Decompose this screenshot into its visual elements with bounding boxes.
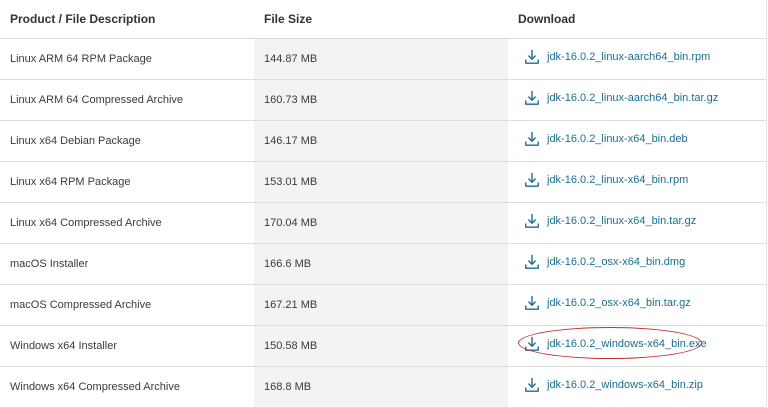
file-size: 146.17 MB xyxy=(254,120,508,162)
table-row: Linux ARM 64 Compressed Archive 160.73 M… xyxy=(0,79,766,121)
download-icon xyxy=(524,172,540,188)
download-link[interactable]: jdk-16.0.2_linux-x64_bin.tar.gz xyxy=(524,213,696,229)
download-cell: jdk-16.0.2_windows-x64_bin.zip xyxy=(508,366,766,408)
download-filename[interactable]: jdk-16.0.2_linux-x64_bin.tar.gz xyxy=(547,215,696,227)
download-filename[interactable]: jdk-16.0.2_linux-aarch64_bin.tar.gz xyxy=(547,92,718,104)
file-description: macOS Installer xyxy=(0,243,254,285)
file-size: 170.04 MB xyxy=(254,202,508,244)
downloads-page: Product / File Description File Size Dow… xyxy=(0,0,768,408)
table-row: Linux x64 Debian Package 146.17 MB jdk-1… xyxy=(0,120,766,162)
table-row: macOS Compressed Archive 167.21 MB jdk-1… xyxy=(0,284,766,326)
download-link[interactable]: jdk-16.0.2_linux-aarch64_bin.rpm xyxy=(524,49,710,65)
download-link[interactable]: jdk-16.0.2_linux-aarch64_bin.tar.gz xyxy=(524,90,718,106)
table-row: Linux x64 Compressed Archive 170.04 MB j… xyxy=(0,202,766,244)
header-description: Product / File Description xyxy=(0,0,254,39)
download-link[interactable]: jdk-16.0.2_linux-x64_bin.rpm xyxy=(524,172,688,188)
table-right-border xyxy=(766,0,767,408)
file-description: Linux ARM 64 RPM Package xyxy=(0,38,254,80)
download-link[interactable]: jdk-16.0.2_linux-x64_bin.deb xyxy=(524,131,688,147)
download-icon xyxy=(524,131,540,147)
download-icon xyxy=(524,49,540,65)
download-cell: jdk-16.0.2_linux-aarch64_bin.tar.gz xyxy=(508,79,766,121)
table-row: Windows x64 Installer 150.58 MB jdk-16.0… xyxy=(0,325,766,367)
download-cell: jdk-16.0.2_osx-x64_bin.tar.gz xyxy=(508,284,766,326)
file-size: 160.73 MB xyxy=(254,79,508,121)
download-link[interactable]: jdk-16.0.2_osx-x64_bin.tar.gz xyxy=(524,295,691,311)
file-description: Linux ARM 64 Compressed Archive xyxy=(0,79,254,121)
file-size: 153.01 MB xyxy=(254,161,508,203)
header-download: Download xyxy=(508,0,766,39)
table-row: Linux ARM 64 RPM Package 144.87 MB jdk-1… xyxy=(0,38,766,80)
header-file-size: File Size xyxy=(254,0,508,39)
file-size: 166.6 MB xyxy=(254,243,508,285)
download-filename[interactable]: jdk-16.0.2_linux-x64_bin.rpm xyxy=(547,174,688,186)
file-description: Linux x64 RPM Package xyxy=(0,161,254,203)
file-description: Windows x64 Compressed Archive xyxy=(0,366,254,408)
download-filename[interactable]: jdk-16.0.2_osx-x64_bin.dmg xyxy=(547,256,685,268)
download-cell: jdk-16.0.2_linux-x64_bin.rpm xyxy=(508,161,766,203)
download-filename[interactable]: jdk-16.0.2_windows-x64_bin.zip xyxy=(547,379,703,391)
table-row: macOS Installer 166.6 MB jdk-16.0.2_osx-… xyxy=(0,243,766,285)
file-description: Windows x64 Installer xyxy=(0,325,254,367)
download-icon xyxy=(524,295,540,311)
download-cell: jdk-16.0.2_linux-x64_bin.deb xyxy=(508,120,766,162)
download-cell: jdk-16.0.2_windows-x64_bin.exe xyxy=(508,325,766,367)
download-filename[interactable]: jdk-16.0.2_linux-x64_bin.deb xyxy=(547,133,688,145)
download-icon xyxy=(524,213,540,229)
download-filename[interactable]: jdk-16.0.2_windows-x64_bin.exe xyxy=(547,338,707,350)
download-cell: jdk-16.0.2_osx-x64_bin.dmg xyxy=(508,243,766,285)
file-size: 168.8 MB xyxy=(254,366,508,408)
download-icon xyxy=(524,254,540,270)
download-cell: jdk-16.0.2_linux-x64_bin.tar.gz xyxy=(508,202,766,244)
download-icon xyxy=(524,90,540,106)
download-filename[interactable]: jdk-16.0.2_osx-x64_bin.tar.gz xyxy=(547,297,691,309)
file-description: macOS Compressed Archive xyxy=(0,284,254,326)
table-row: Linux x64 RPM Package 153.01 MB jdk-16.0… xyxy=(0,161,766,203)
file-size: 150.58 MB xyxy=(254,325,508,367)
file-size: 167.21 MB xyxy=(254,284,508,326)
download-link[interactable]: jdk-16.0.2_windows-x64_bin.exe xyxy=(524,336,707,352)
download-link[interactable]: jdk-16.0.2_windows-x64_bin.zip xyxy=(524,377,703,393)
table-header-row: Product / File Description File Size Dow… xyxy=(0,0,766,39)
download-icon xyxy=(524,377,540,393)
table-row: Windows x64 Compressed Archive 168.8 MB … xyxy=(0,366,766,408)
downloads-table: Product / File Description File Size Dow… xyxy=(0,0,766,408)
download-filename[interactable]: jdk-16.0.2_linux-aarch64_bin.rpm xyxy=(547,51,710,63)
file-description: Linux x64 Compressed Archive xyxy=(0,202,254,244)
download-icon xyxy=(524,336,540,352)
file-description: Linux x64 Debian Package xyxy=(0,120,254,162)
download-cell: jdk-16.0.2_linux-aarch64_bin.rpm xyxy=(508,38,766,80)
download-link[interactable]: jdk-16.0.2_osx-x64_bin.dmg xyxy=(524,254,685,270)
file-size: 144.87 MB xyxy=(254,38,508,80)
